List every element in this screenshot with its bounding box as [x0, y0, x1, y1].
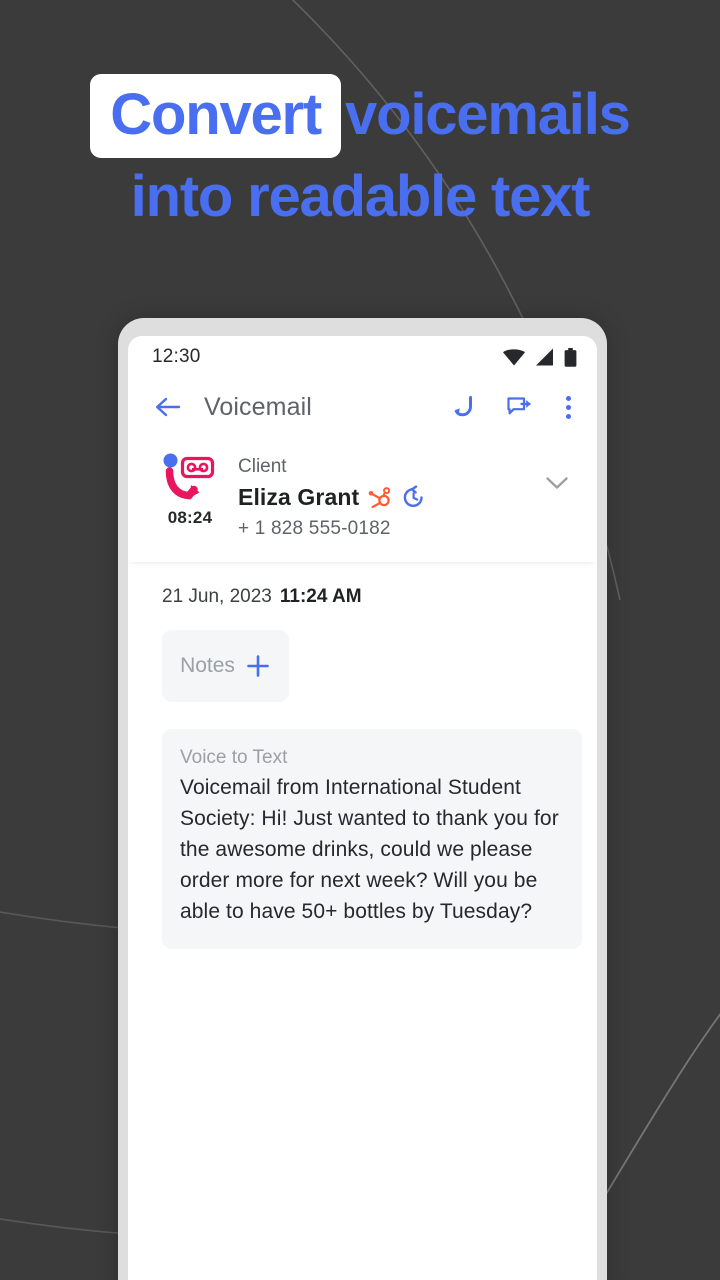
chevron-down-glyph	[546, 477, 568, 489]
plus-icon	[247, 655, 269, 677]
call-duration: 08:24	[167, 508, 213, 527]
voicemail-cassette-glyph	[163, 453, 215, 500]
voice-to-text-transcript: Voicemail from International Student Soc…	[180, 776, 559, 923]
voicemail-cassette-icon	[160, 452, 220, 506]
status-bar-time: 12:30	[152, 346, 201, 367]
headline-highlight-chip: Convert	[90, 74, 342, 158]
status-bar: 12:30	[128, 336, 597, 378]
headline-word-voicemails: voicemails	[345, 82, 631, 147]
notes-label: Notes	[180, 654, 235, 677]
contact-details: Client Eliza Grant + 1 828 555-0182	[226, 452, 537, 540]
phone-frame: 12:30 Voicemail 08:24 Client Eliza Grant…	[118, 318, 607, 1280]
call-history-icon[interactable]	[401, 485, 426, 510]
contact-label: Client	[238, 456, 287, 477]
battery-icon	[564, 347, 577, 367]
phone-call-icon[interactable]	[449, 391, 481, 423]
contact-phone-number: + 1 828 555-0182	[238, 518, 391, 539]
status-bar-icons	[503, 347, 577, 367]
arrow-left-glyph	[156, 397, 181, 417]
headline-line-1: Convert voicemails	[0, 74, 720, 158]
message-forward-icon[interactable]	[503, 391, 535, 423]
voice-to-text-card: Voice to Text Voicemail from Internation…	[162, 729, 582, 949]
overflow-menu-icon[interactable]	[557, 391, 579, 423]
contact-name-row: Eliza Grant	[238, 484, 537, 511]
overflow-dot	[565, 413, 571, 419]
wifi-icon	[503, 349, 525, 366]
hubspot-sprocket-icon[interactable]	[368, 486, 392, 510]
contact-name: Eliza Grant	[238, 484, 360, 510]
voice-to-text-title: Voice to Text	[180, 747, 288, 768]
voicemail-detail-body: 21 Jun, 2023 11:24 AM Notes Voice to Tex…	[128, 562, 597, 949]
signal-icon	[536, 348, 553, 366]
voicemail-time: 11:24 AM	[279, 586, 362, 607]
phone-call-glyph	[454, 396, 472, 417]
headline-line-2: into readable text	[130, 164, 591, 229]
add-note-button[interactable]: Notes	[162, 630, 289, 702]
message-forward-glyph	[507, 397, 531, 415]
promo-headline: Convert voicemails into readable text	[0, 74, 720, 236]
chevron-down-icon[interactable]	[537, 452, 577, 540]
page-title: Voicemail	[204, 392, 312, 421]
arrow-left-icon[interactable]	[150, 389, 186, 425]
voicemail-date: 21 Jun, 2023	[162, 586, 272, 607]
phone-screen: 12:30 Voicemail 08:24 Client Eliza Grant…	[128, 336, 597, 1280]
voicemail-timestamp: 21 Jun, 2023 11:24 AM	[150, 562, 575, 608]
contact-left-column: 08:24	[154, 452, 226, 540]
voicemail-contact-row[interactable]: 08:24 Client Eliza Grant + 1 828 555-018…	[128, 436, 597, 562]
app-bar: Voicemail	[128, 378, 597, 436]
overflow-dot	[565, 395, 571, 401]
app-bar-actions	[449, 391, 579, 423]
overflow-dot	[565, 404, 571, 410]
